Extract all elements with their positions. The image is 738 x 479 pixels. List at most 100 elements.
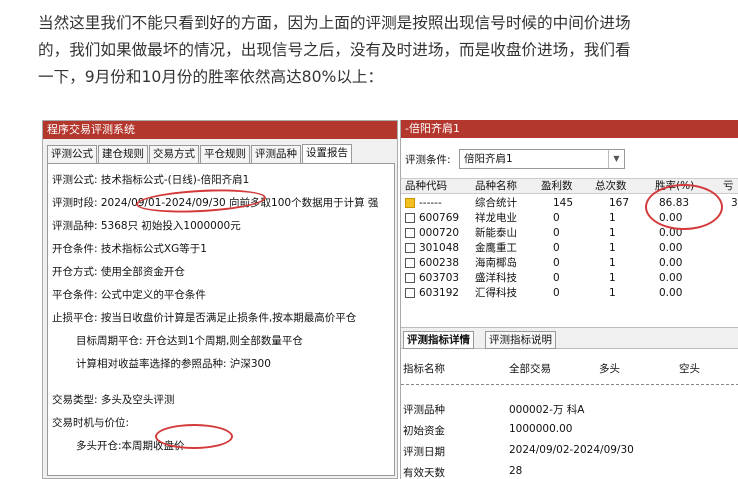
tab-entry-rules[interactable]: 建仓规则: [98, 145, 148, 163]
detail-label-date: 评测日期: [403, 446, 445, 458]
cell-code: 603192: [419, 287, 460, 299]
cell-win: 0: [553, 227, 560, 239]
col-code[interactable]: 品种代码: [405, 179, 447, 194]
checkbox[interactable]: [405, 258, 415, 268]
tab-exit-rules[interactable]: 平仓规则: [200, 145, 250, 163]
setting-symbols: 评测品种: 5368只 初始投入1000000元: [52, 220, 241, 232]
checkbox[interactable]: [405, 213, 415, 223]
article-line-3: 一下，9月份和10月份的胜率依然高达80%以上：: [38, 68, 384, 86]
table-row[interactable]: 000720 新能泰山 0 1 0.00: [401, 226, 738, 241]
detail-divider: [401, 384, 738, 385]
checkbox[interactable]: [405, 288, 415, 298]
setting-open-condition: 开仓条件: 技术指标公式XG等于1: [52, 243, 207, 255]
cell-win: 0: [553, 287, 560, 299]
backtest-system-window: 程序交易评测系统 评测公式 建仓规则 交易方式 平仓规则 评测品种 设置报告 评…: [42, 120, 398, 479]
checkbox[interactable]: [405, 228, 415, 238]
cell-name: 汇得科技: [475, 287, 517, 299]
setting-timing-label: 交易时机与价位:: [52, 417, 130, 429]
checkbox[interactable]: [405, 243, 415, 253]
tab-report-settings[interactable]: 设置报告: [302, 144, 352, 163]
tab-indicator-help[interactable]: 评测指标说明: [485, 331, 556, 349]
cell-rate: 0.00: [659, 227, 683, 239]
cell-rate: 0.00: [659, 257, 683, 269]
cell-win: 145: [553, 197, 574, 209]
cell-name: 海南椰岛: [475, 257, 517, 269]
cell-name: 金鹰重工: [475, 242, 517, 254]
condition-select-value: 倍阳齐肩1: [464, 153, 513, 165]
setting-close-condition: 平仓条件: 公式中定义的平仓条件: [52, 289, 206, 301]
col-win[interactable]: 盈利数: [541, 179, 573, 194]
detail-label-symbol: 评测品种: [403, 404, 445, 416]
report-settings-panel: 评测公式: 技术指标公式-(日线)-倍阳齐肩1 评测时段: 2024/09/01…: [47, 163, 395, 476]
setting-trade-type: 交易类型: 多头及空头评测: [52, 394, 175, 406]
setting-benchmark: 计算相对收益率选择的参照品种: 沪深300: [76, 358, 271, 370]
setting-open-mode: 开仓方式: 使用全部资金开仓: [52, 266, 185, 278]
cell-code: ------: [419, 197, 442, 209]
cell-total: 1: [609, 227, 616, 239]
col-loss[interactable]: 亏: [723, 179, 734, 194]
detail-col-long: 多头: [599, 363, 620, 375]
cell-total: 1: [609, 287, 616, 299]
article-line-1: 当然这里我们不能只看到好的方面，因为上面的评测是按照出现信号时候的中间价进场: [38, 14, 631, 32]
table-row[interactable]: ------ 综合统计 145 167 86.83 34: [401, 196, 738, 211]
cell-rate: 0.00: [659, 272, 683, 284]
cell-rate: 0.00: [659, 212, 683, 224]
tab-formula[interactable]: 评测公式: [47, 145, 97, 163]
condition-select[interactable]: 倍阳齐肩1 ▼: [459, 149, 625, 169]
cell-win: 0: [553, 257, 560, 269]
detail-value-days: 28: [509, 465, 523, 477]
table-row[interactable]: 603703 盛洋科技 0 1 0.00: [401, 271, 738, 286]
cell-total: 1: [609, 242, 616, 254]
col-name[interactable]: 品种名称: [475, 179, 517, 194]
results-window: -倍阳齐肩1 评测条件: 倍阳齐肩1 ▼ 品种代码 品种名称 盈利数 总次数 胜…: [400, 120, 738, 479]
article-text: 当然这里我们不能只看到好的方面，因为上面的评测是按照出现信号时候的中间价进场 的…: [38, 10, 718, 91]
results-grid-header: 品种代码 品种名称 盈利数 总次数 胜率(%) 亏: [401, 178, 738, 194]
detail-value-symbol: 000002-万 科A: [509, 404, 585, 416]
detail-tabs: 评测指标详情 评测指标说明: [401, 327, 738, 349]
cell-rate: 0.00: [659, 242, 683, 254]
tab-indicator-details[interactable]: 评测指标详情: [403, 331, 474, 349]
cell-code: 000720: [419, 227, 460, 239]
results-window-title: -倍阳齐肩1: [401, 120, 738, 138]
table-row[interactable]: 603192 汇得科技 0 1 0.00: [401, 286, 738, 301]
cell-total: 1: [609, 257, 616, 269]
col-total[interactable]: 总次数: [595, 179, 627, 194]
setting-formula: 评测公式: 技术指标公式-(日线)-倍阳齐肩1: [52, 174, 250, 186]
cell-total: 1: [609, 212, 616, 224]
table-row[interactable]: 600238 海南椰岛 0 1 0.00: [401, 256, 738, 271]
detail-col-short: 空头: [679, 363, 700, 375]
cell-extra: 34: [731, 197, 738, 209]
cell-code: 600769: [419, 212, 460, 224]
cell-win: 0: [553, 242, 560, 254]
cell-total: 1: [609, 272, 616, 284]
tab-trade-mode[interactable]: 交易方式: [149, 145, 199, 163]
detail-col-all: 全部交易: [509, 363, 551, 375]
cell-name: 综合统计: [475, 197, 517, 209]
detail-value-date: 2024/09/02-2024/09/30: [509, 444, 634, 456]
table-row[interactable]: 301048 金鹰重工 0 1 0.00: [401, 241, 738, 256]
table-row[interactable]: 600769 祥龙电业 0 1 0.00: [401, 211, 738, 226]
chevron-down-icon[interactable]: ▼: [608, 150, 624, 168]
cell-win: 0: [553, 212, 560, 224]
folder-icon: [405, 198, 415, 208]
cell-name: 盛洋科技: [475, 272, 517, 284]
col-rate[interactable]: 胜率(%): [655, 179, 694, 194]
cell-name: 祥龙电业: [475, 212, 517, 224]
cell-rate: 86.83: [659, 197, 690, 209]
tab-symbols[interactable]: 评测品种: [251, 145, 301, 163]
setting-long-open-price: 多头开仓:本周期收盘价: [76, 440, 185, 452]
article-line-2: 的，我们如果做最坏的情况，出现信号之后，没有及时进场，而是收盘价进场，我们看: [38, 41, 631, 59]
embedded-screenshot: 程序交易评测系统 评测公式 建仓规则 交易方式 平仓规则 评测品种 设置报告 评…: [42, 120, 738, 479]
detail-label-capital: 初始资金: [403, 425, 445, 437]
setting-target-period: 目标周期平仓: 开仓达到1个周期,则全部数量平仓: [76, 335, 303, 347]
cell-name: 新能泰山: [475, 227, 517, 239]
cell-win: 0: [553, 272, 560, 284]
condition-label: 评测条件:: [405, 154, 451, 166]
setting-period: 评测时段: 2024/09/01-2024/09/30 向前多取100个数据用于…: [52, 197, 379, 209]
checkbox[interactable]: [405, 273, 415, 283]
backtest-window-title: 程序交易评测系统: [43, 121, 397, 139]
detail-label-days: 有效天数: [403, 467, 445, 479]
setting-stop-loss: 止损平仓: 按当日收盘价计算是否满足止损条件,按本期最高价平仓: [52, 312, 357, 324]
cell-code: 301048: [419, 242, 460, 254]
detail-value-capital: 1000000.00: [509, 423, 573, 435]
